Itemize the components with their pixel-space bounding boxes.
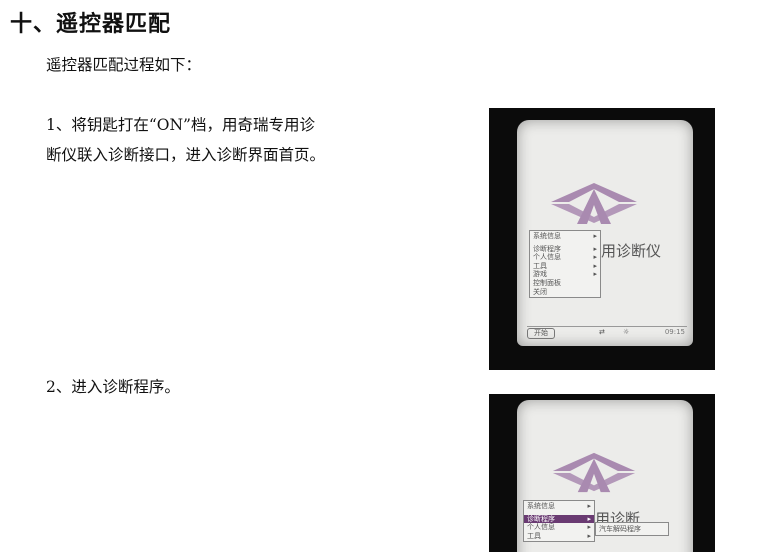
device-screen: 系统信息 ▸ 诊断程序 ▸ 个人信息 ▸ 工具 ▸ 游戏 ▸ 控制面板 关闭 用诊断仪 开…: [517, 120, 693, 346]
device-screen: 系统信息 ▸ 诊断程序 ▸ 个人信息 ▸ 工具 ▸ 用诊断 汽车解码程序: [517, 400, 693, 552]
intro-paragraph: 遥控器匹配过程如下：: [46, 56, 202, 74]
chery-logo: [552, 452, 636, 493]
menu-item[interactable]: 关闭: [530, 288, 600, 297]
chery-logo: [551, 183, 637, 224]
submenu-item[interactable]: 汽车解码程序: [595, 522, 669, 536]
taskbar: 开始 ⇄ ☼ 09:15: [527, 326, 687, 339]
network-icon: ⇄: [599, 328, 605, 336]
step1-paragraph: 1、将钥匙打在“ON”档，用奇瑞专用诊 断仪联入诊断接口，进入诊断界面首页。: [46, 110, 325, 170]
start-button[interactable]: 开始: [527, 328, 555, 339]
section-heading: 十、遥控器匹配: [10, 12, 172, 37]
menu-item[interactable]: 个人信息 ▸: [530, 253, 600, 262]
menu-item[interactable]: 游戏 ▸: [530, 270, 600, 279]
step1-line-2: 断仪联入诊断接口，进入诊断界面首页。: [46, 146, 326, 164]
start-menu: 系统信息 ▸ 诊断程序 ▸ 个人信息 ▸ 工具 ▸: [523, 500, 595, 543]
screen-title-fragment: 用诊断仪: [601, 242, 662, 260]
photo-diagnostic-program: 系统信息 ▸ 诊断程序 ▸ 个人信息 ▸ 工具 ▸ 用诊断 汽车解码程序: [489, 394, 715, 552]
clock: 09:15: [664, 328, 685, 336]
step2-paragraph: 2、进入诊断程序。: [46, 378, 180, 396]
menu-item[interactable]: 诊断程序 ▸: [530, 245, 600, 254]
settings-icon: ☼: [623, 328, 630, 336]
menu-item[interactable]: 系统信息 ▸: [524, 502, 594, 511]
start-menu: 系统信息 ▸ 诊断程序 ▸ 个人信息 ▸ 工具 ▸ 游戏 ▸ 控制面板 关闭: [529, 230, 601, 299]
step1-line-1: 1、将钥匙打在“ON”档，用奇瑞专用诊: [46, 116, 315, 134]
menu-item[interactable]: 个人信息 ▸: [524, 523, 594, 532]
menu-item-selected[interactable]: 诊断程序 ▸: [524, 514, 594, 524]
menu-item[interactable]: 工具 ▸: [524, 532, 594, 541]
menu-item[interactable]: 控制面板: [530, 279, 600, 288]
photo-diagnostic-home: 系统信息 ▸ 诊断程序 ▸ 个人信息 ▸ 工具 ▸ 游戏 ▸ 控制面板 关闭 用诊断仪 开…: [489, 108, 715, 370]
menu-item[interactable]: 系统信息 ▸: [530, 232, 600, 241]
